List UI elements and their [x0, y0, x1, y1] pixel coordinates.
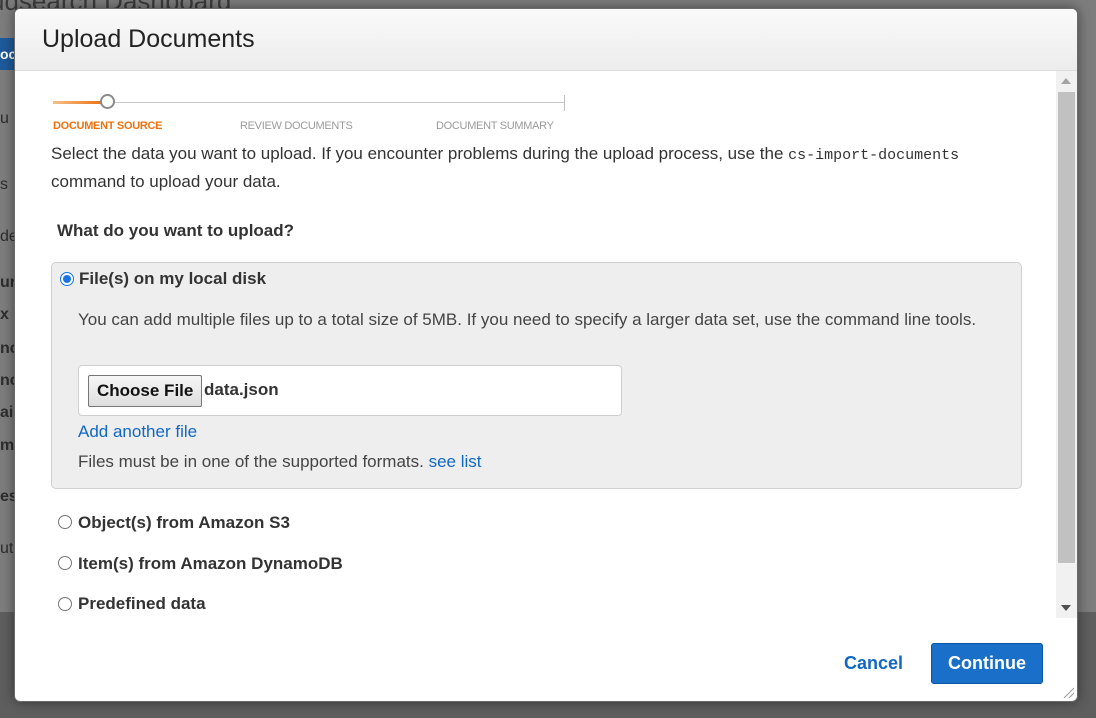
intro-text: Select the data you want to upload. If y…: [51, 141, 1011, 195]
dialog-body[interactable]: DOCUMENT SOURCE REVIEW DOCUMENTS DOCUMEN…: [15, 71, 1056, 618]
scroll-down-icon[interactable]: [1061, 605, 1071, 611]
current-step-indicator: [100, 94, 115, 109]
background-text-fragment: s: [0, 176, 8, 193]
local-disk-description: You can add multiple files up to a total…: [78, 310, 977, 329]
option-label-local-disk[interactable]: File(s) on my local disk: [79, 269, 266, 289]
wizard-stepper: DOCUMENT SOURCE REVIEW DOCUMENTS DOCUMEN…: [53, 93, 583, 143]
upload-documents-dialog: Upload Documents DOCUMENT SOURCE REVIEW …: [14, 8, 1078, 702]
dialog-header: Upload Documents: [15, 9, 1077, 71]
intro-text-after: command to upload your data.: [51, 172, 281, 191]
background-text-fragment: ai: [0, 404, 14, 421]
step-document-source: DOCUMENT SOURCE: [53, 120, 163, 132]
scroll-up-icon[interactable]: [1061, 78, 1071, 84]
background-text-fragment: u: [0, 110, 9, 127]
radio-amazon-dynamodb[interactable]: [58, 556, 72, 570]
option-label-amazon-s3[interactable]: Object(s) from Amazon S3: [78, 513, 290, 533]
stepper-progress: [53, 101, 103, 104]
formats-text: Files must be in one of the supported fo…: [78, 452, 429, 471]
upload-source-question: What do you want to upload?: [57, 221, 295, 240]
local-disk-option-panel: File(s) on my local disk You can add mul…: [51, 262, 1022, 489]
option-label-amazon-dynamodb[interactable]: Item(s) from Amazon DynamoDB: [78, 554, 343, 574]
see-list-link[interactable]: see list: [429, 452, 482, 471]
stepper-end-marker: [564, 95, 565, 111]
add-another-file-link[interactable]: Add another file: [78, 422, 197, 442]
continue-button[interactable]: Continue: [931, 643, 1043, 684]
intro-text-before: Select the data you want to upload. If y…: [51, 144, 789, 163]
cancel-button[interactable]: Cancel: [844, 653, 903, 674]
dialog-scrollbar[interactable]: [1056, 71, 1077, 618]
radio-predefined-data[interactable]: [58, 597, 72, 611]
step-document-summary: DOCUMENT SUMMARY: [436, 120, 554, 132]
supported-formats-note: Files must be in one of the supported fo…: [78, 452, 482, 472]
import-command: cs-import-documents: [788, 147, 960, 164]
radio-amazon-s3[interactable]: [58, 515, 72, 529]
dialog-title: Upload Documents: [42, 25, 255, 53]
scroll-thumb[interactable]: [1058, 92, 1075, 563]
background-text-fragment: ut: [0, 540, 14, 557]
step-review-documents: REVIEW DOCUMENTS: [240, 120, 353, 132]
stepper-track: [53, 102, 565, 103]
selected-file-name: data.json: [204, 380, 279, 399]
radio-local-disk[interactable]: [60, 272, 74, 286]
choose-file-button[interactable]: Choose File: [88, 375, 203, 407]
resize-grip-icon[interactable]: [1062, 686, 1074, 698]
option-label-predefined-data[interactable]: Predefined data: [78, 594, 206, 614]
file-input[interactable]: Choose File data.json: [78, 365, 622, 416]
